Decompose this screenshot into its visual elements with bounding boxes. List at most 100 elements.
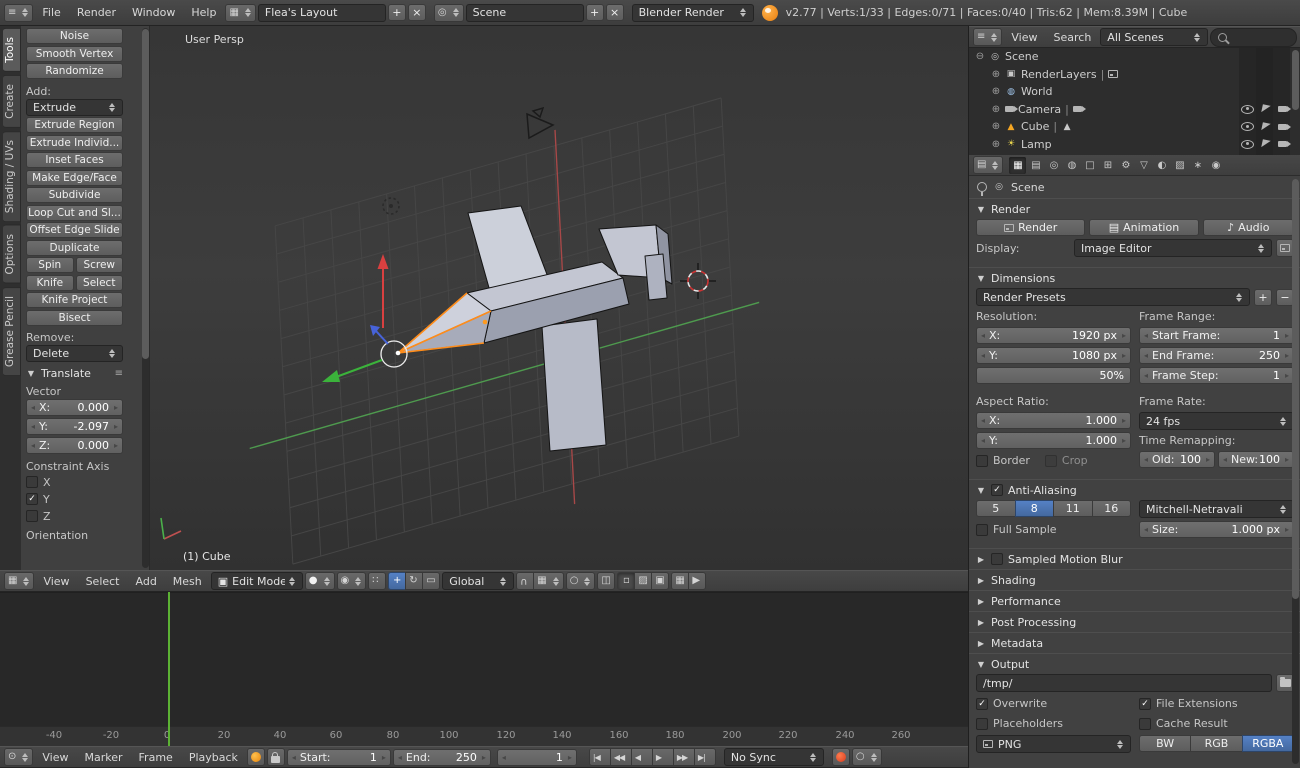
snap-element-dropdown[interactable]: ▦ [533, 572, 563, 590]
dimensions-panel-header[interactable]: ▼ Dimensions [969, 268, 1300, 288]
increment-arrow-icon[interactable]: ▸ [112, 422, 120, 431]
tab-world[interactable]: ◍ [1063, 157, 1080, 174]
duplicate-button[interactable]: Duplicate [26, 240, 123, 256]
decrement-arrow-icon[interactable]: ◂ [1142, 331, 1150, 340]
offset-edge-slide-button[interactable]: Offset Edge Slide [26, 222, 123, 238]
constraint-x-checkbox[interactable] [26, 476, 38, 488]
pivot-point-dropdown[interactable]: ◉ [337, 572, 367, 590]
scene-name-field[interactable]: Scene [466, 4, 584, 22]
aa-size-field[interactable]: ◂ Size: 1.000 px ▸ [1139, 521, 1294, 538]
aa-samples-11-button[interactable]: 11 [1053, 500, 1093, 517]
increment-arrow-icon[interactable]: ▸ [1283, 371, 1291, 380]
editor-type-button-3dview[interactable]: ▦ [4, 572, 34, 590]
overwrite-checkbox[interactable]: ✓ [976, 698, 988, 710]
expand-icon[interactable]: ⊕ [991, 69, 1001, 80]
increment-arrow-icon[interactable]: ▸ [1120, 351, 1128, 360]
toolshelf-scrollbar[interactable] [142, 28, 149, 568]
marker-menu[interactable]: Marker [78, 751, 130, 764]
select-menu[interactable]: Select [79, 575, 127, 588]
panel-menu-icon[interactable]: ≡ [115, 368, 123, 379]
file-extensions-checkbox[interactable]: ✓ [1139, 698, 1151, 710]
output-panel-header[interactable]: ▼ Output [969, 654, 1300, 674]
frame-rate-dropdown[interactable]: 24 fps [1139, 412, 1294, 430]
remap-old-field[interactable]: ◂ Old: 100 ▸ [1139, 451, 1215, 468]
increment-arrow-icon[interactable]: ▸ [1283, 331, 1291, 340]
aspect-y-field[interactable]: ◂ Y: 1.000 ▸ [976, 432, 1131, 449]
outliner-item-camera[interactable]: ⊕ Camera | [969, 101, 1300, 119]
remap-new-field[interactable]: ◂ New: 100 ▸ [1218, 451, 1294, 468]
tab-object[interactable]: □ [1081, 157, 1098, 174]
translate-y-field[interactable]: ◂ Y: -2.097 ▸ [26, 418, 123, 435]
face-select-toggle[interactable]: ▣ [651, 572, 669, 590]
tab-particles[interactable]: ∗ [1189, 157, 1206, 174]
decrement-arrow-icon[interactable]: ◂ [979, 416, 987, 425]
full-sample-checkbox[interactable] [976, 524, 988, 536]
increment-arrow-icon[interactable]: ▸ [1120, 331, 1128, 340]
bisect-button[interactable]: Bisect [26, 310, 123, 326]
knife-select-button[interactable]: Select [76, 275, 124, 291]
decrement-arrow-icon[interactable]: ◂ [29, 422, 37, 431]
add-menu[interactable]: Add [129, 575, 164, 588]
window-menu[interactable]: Window [125, 6, 182, 19]
decrement-arrow-icon[interactable]: ◂ [979, 436, 987, 445]
cursor-arrow-icon[interactable] [1261, 122, 1270, 131]
tab-constraints[interactable]: ⊞ [1099, 157, 1116, 174]
extrude-region-button[interactable]: Extrude Region [26, 117, 123, 133]
noise-button[interactable]: Noise [26, 28, 123, 44]
aa-samples-8-button[interactable]: 8 [1015, 500, 1055, 517]
decrement-arrow-icon[interactable]: ◂ [1221, 455, 1229, 464]
cursor-arrow-icon[interactable] [1261, 105, 1270, 114]
color-bw-button[interactable]: BW [1139, 735, 1191, 752]
knife-button[interactable]: Knife [26, 275, 74, 291]
expand-icon[interactable]: ⊕ [991, 86, 1001, 97]
color-rgb-button[interactable]: RGB [1190, 735, 1242, 752]
outliner-view-menu[interactable]: View [1004, 31, 1044, 44]
placeholders-checkbox[interactable] [976, 718, 988, 730]
keying-set-dropdown[interactable]: ○ [852, 748, 882, 766]
increment-arrow-icon[interactable]: ▸ [1283, 525, 1291, 534]
display-mode-dropdown[interactable]: Image Editor [1074, 239, 1272, 257]
tab-object-data[interactable]: ▽ [1135, 157, 1152, 174]
extrude-dropdown[interactable]: Extrude [26, 99, 123, 116]
proportional-editing-dropdown[interactable]: ○ [566, 572, 596, 590]
auto-keyframe-record-button[interactable] [832, 748, 850, 766]
increment-arrow-icon[interactable]: ▸ [1283, 351, 1291, 360]
mesh-menu[interactable]: Mesh [166, 575, 209, 588]
sampled-motion-blur-checkbox[interactable] [991, 553, 1003, 565]
editor-type-button-properties[interactable]: ▤ [973, 156, 1003, 174]
outliner-search-menu[interactable]: Search [1047, 31, 1099, 44]
tab-render-layers[interactable]: ▤ [1027, 157, 1044, 174]
render-panel-header[interactable]: ▼ Render [969, 199, 1300, 219]
crop-checkbox[interactable] [1045, 455, 1057, 467]
current-frame-field[interactable]: ◂ 1 ▸ [497, 749, 577, 766]
frame-step-field[interactable]: ◂ Frame Step: 1 ▸ [1139, 367, 1294, 384]
pin-icon[interactable] [977, 182, 987, 192]
add-preset-button[interactable]: + [1254, 289, 1272, 306]
constraint-y-checkbox[interactable]: ✓ [26, 493, 38, 505]
frame-menu[interactable]: Frame [132, 751, 180, 764]
outliner-scrollbar[interactable] [1292, 50, 1299, 150]
add-layout-button[interactable]: + [388, 4, 406, 21]
toolshelf-tab-options[interactable]: Options [3, 225, 21, 284]
occlude-geometry-toggle[interactable]: ◫ [597, 572, 615, 590]
smooth-vertex-button[interactable]: Smooth Vertex [26, 46, 123, 62]
extrude-individual-button[interactable]: Extrude Individ... [26, 135, 123, 151]
lock-time-toggle[interactable] [267, 748, 285, 766]
decrement-arrow-icon[interactable]: ◂ [979, 331, 987, 340]
decrement-arrow-icon[interactable]: ◂ [29, 441, 37, 450]
file-menu[interactable]: File [35, 6, 67, 19]
outliner-item-lamp[interactable]: ⊕ ☀ Lamp [969, 136, 1300, 154]
increment-arrow-icon[interactable]: ▸ [1283, 455, 1291, 464]
tab-modifiers[interactable]: ⚙ [1117, 157, 1134, 174]
collapse-icon[interactable]: ⊖ [975, 51, 985, 62]
editor-type-button-outliner[interactable]: ≡ [973, 28, 1002, 46]
screen-layout-browse-button[interactable]: ▦ [225, 4, 255, 22]
render-restrict-icon[interactable] [1278, 106, 1287, 112]
outliner-item-renderlayers[interactable]: ⊕ ▣ RenderLayers | [969, 66, 1300, 84]
performance-panel-header[interactable]: ▶ Performance [969, 591, 1300, 611]
edge-select-toggle[interactable]: ▨ [634, 572, 652, 590]
aa-filter-dropdown[interactable]: Mitchell-Netravali [1139, 500, 1294, 518]
properties-scrollbar[interactable] [1292, 179, 1299, 764]
expand-icon[interactable]: ⊕ [991, 104, 1001, 115]
tab-scene[interactable]: ◎ [1045, 157, 1062, 174]
